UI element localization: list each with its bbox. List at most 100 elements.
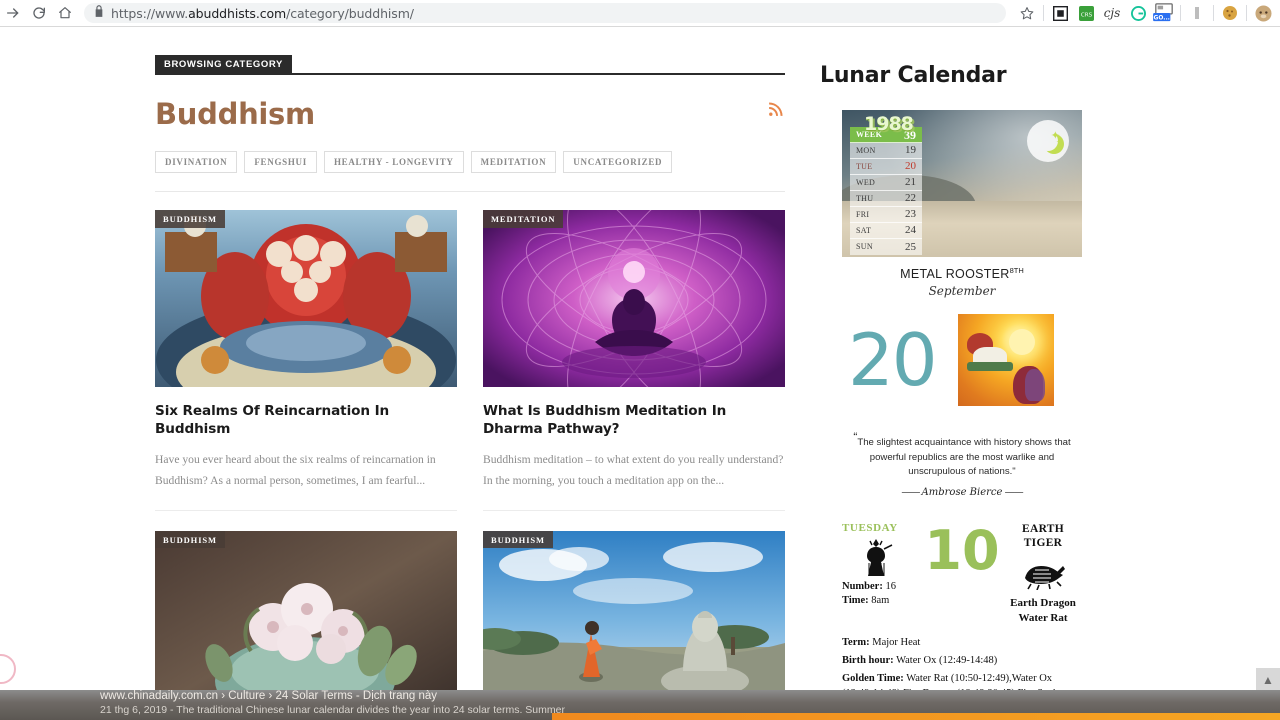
week-day-row-sat[interactable]: SAT 24 <box>850 223 922 239</box>
post-card[interactable]: MEDITATION What Is Buddhism Meditation I… <box>483 210 785 511</box>
birth-hour-line: Birth hour: Water Ox (12:49-14:48) <box>842 654 1082 669</box>
reload-icon[interactable] <box>26 0 52 26</box>
post-excerpt: Have you ever heard about the six realms… <box>155 452 436 488</box>
sidebar: Lunar Calendar ✦ ✦ 1988 1988 WEEK 39 MON… <box>820 55 1110 720</box>
subcategory-healthy-longevity[interactable]: HEALTHY - LONGEVITY <box>323 151 464 173</box>
svg-text:CRS: CRS <box>1080 12 1092 18</box>
post-card[interactable]: BUDDHISM <box>155 210 457 511</box>
browsing-category-label: BROWSING CATEGORY <box>155 54 292 73</box>
almanac-right-col: EARTH TIGER Earth Dragon Water Rat <box>1004 522 1082 626</box>
almanac-left-col: TUESDAY Number: 16 Time: 8am <box>842 522 920 608</box>
week-day-row-wed[interactable]: WED 21 <box>850 175 922 191</box>
home-icon[interactable] <box>52 0 78 26</box>
author-dash-right: —— <box>1002 486 1024 498</box>
zodiac-animal-text: METAL ROOSTER <box>900 267 1010 282</box>
subcategory-uncategorized[interactable]: UNCATEGORIZED <box>563 151 673 173</box>
almanac-block: TUESDAY Number: 16 Time: 8am 10 EARTH TI… <box>842 522 1082 717</box>
go-translate-icon[interactable]: GO... <box>1151 0 1177 26</box>
crescent-moon-icon: ✦ ✦ <box>1027 120 1069 162</box>
info-bar-icon[interactable] <box>1184 0 1210 26</box>
day-number: 20 <box>905 160 916 172</box>
browsing-category-strip: BROWSING CATEGORY <box>155 54 785 75</box>
post-thumbnail[interactable]: MEDITATION <box>483 210 785 387</box>
grammarly-icon[interactable] <box>1125 0 1151 26</box>
almanac-time-line: Time: 8am <box>842 594 920 608</box>
post-category-badge[interactable]: BUDDHISM <box>483 530 553 549</box>
cookie-icon[interactable] <box>1217 0 1243 26</box>
day-label: SAT <box>856 225 872 235</box>
lunar-calendar-widget: ✦ ✦ 1988 1988 WEEK 39 MON 19 TUE 20 WED … <box>842 110 1082 716</box>
post-category-badge[interactable]: BUDDHISM <box>155 210 225 228</box>
post-divider <box>483 509 785 511</box>
zodiac-ordinal: 8TH <box>1009 266 1024 275</box>
right-line-2: Water Rat <box>1018 612 1068 625</box>
sidebar-title: Lunar Calendar <box>820 63 1007 88</box>
birth-hour-label: Birth hour: <box>842 654 894 666</box>
rss-icon[interactable] <box>768 102 783 122</box>
bookmark-star-icon[interactable] <box>1014 0 1040 26</box>
pillar-line-2: TIGER <box>1023 536 1063 549</box>
week-day-row-tue[interactable]: TUE 20 <box>850 159 922 175</box>
week-day-row-mon[interactable]: MON 19 <box>850 143 922 159</box>
overlay-line-1: www.chinadaily.com.cn › Culture › 24 Sol… <box>100 690 438 702</box>
toolbar-divider-2 <box>1180 5 1181 21</box>
post-thumbnail[interactable]: BUDDHISM <box>483 530 785 708</box>
almanac-big-number: 10 <box>924 518 1000 582</box>
zodiac-glyph-left <box>842 534 920 580</box>
time-label: Time: <box>842 594 869 606</box>
subcategory-meditation[interactable]: MEDITATION <box>470 151 557 173</box>
toolbar-divider <box>1043 5 1044 21</box>
post-category-badge[interactable]: BUDDHISM <box>155 530 225 549</box>
post-title[interactable]: Six Realms Of Reincarnation In Buddhism <box>155 402 457 439</box>
week-day-row-fri[interactable]: FRI 23 <box>850 207 922 223</box>
week-table: WEEK 39 MON 19 TUE 20 WED 21 THU 22 FRI … <box>850 127 922 255</box>
toolbar-divider-4 <box>1246 5 1247 21</box>
calendar-month: September <box>928 284 996 299</box>
page-title: Buddhism <box>155 97 315 131</box>
post-excerpt: Buddhism meditation – to what extent do … <box>483 452 784 488</box>
left-floating-bubble[interactable] <box>0 654 16 684</box>
subcategory-fengshui[interactable]: FENGSHUI <box>244 151 317 173</box>
term-value: Major Heat <box>872 636 921 648</box>
profile-avatar-icon[interactable] <box>1250 0 1276 26</box>
quote-text: The slightest acquaintance with history … <box>857 437 1071 478</box>
day-number: 19 <box>905 144 916 156</box>
almanac-number-line: Number: 16 <box>842 580 920 594</box>
crs-extension-icon[interactable]: CRS <box>1073 0 1099 26</box>
cjs-extension-icon[interactable]: cjs <box>1099 0 1125 26</box>
day-number: 22 <box>905 192 916 204</box>
right-line-1: Earth Dragon <box>1010 597 1076 610</box>
week-day-row-thu[interactable]: THU 22 <box>850 191 922 207</box>
zodiac-sign-block: METAL ROOSTER8TH September <box>842 266 1082 298</box>
weekday-label: TUESDAY <box>842 521 898 534</box>
subcategory-divination[interactable]: DIVINATION <box>155 151 238 173</box>
author-dash-left: —— <box>901 486 922 498</box>
number-value: 16 <box>885 580 896 592</box>
main-content-column: BROWSING CATEGORY Buddhism DIVINATION FE… <box>155 54 785 720</box>
address-bar[interactable]: https://www.abuddhists.com/category/budd… <box>84 3 1006 23</box>
square-icon[interactable] <box>1047 0 1073 26</box>
subcategory-list: DIVINATION FENGSHUI HEALTHY - LONGEVITY … <box>155 151 785 173</box>
quote-block: “The slightest acquaintance with history… <box>842 428 1082 499</box>
birth-hour-value: Water Ox (12:49-14:48) <box>896 654 998 666</box>
almanac-top-row: TUESDAY Number: 16 Time: 8am 10 EARTH TI… <box>842 522 1082 626</box>
sun-shape <box>1009 328 1036 355</box>
url-text: https://www.abuddhists.com/category/budd… <box>111 5 414 21</box>
post-title[interactable]: What Is Buddhism Meditation In Dharma Pa… <box>483 402 785 439</box>
pillar-label: EARTH TIGER <box>1004 522 1082 551</box>
quote-author: —— Ambrose Bierce —— <box>842 485 1082 500</box>
post-grid: BUDDHISM Six Realms Of Reincarnation In … <box>155 210 785 720</box>
day-number: 24 <box>905 224 916 236</box>
post-divider <box>155 509 457 511</box>
week-day-row-sun[interactable]: SUN 25 <box>850 239 922 255</box>
quote-author-name: Ambrose Bierce <box>921 486 1003 498</box>
post-thumbnail[interactable]: BUDDHISM <box>155 530 457 708</box>
number-label: Number: <box>842 580 883 592</box>
zodiac-animal: METAL ROOSTER8TH <box>842 266 1082 281</box>
overlay-progress-bar[interactable] <box>552 713 1280 720</box>
forward-arrow-icon[interactable] <box>0 0 26 26</box>
extension-toolbar: CRS cjs GO... <box>1014 0 1280 26</box>
scroll-to-top-button[interactable]: ▲ <box>1256 668 1280 692</box>
post-category-badge[interactable]: MEDITATION <box>483 210 564 228</box>
post-thumbnail[interactable]: BUDDHISM <box>155 210 457 387</box>
